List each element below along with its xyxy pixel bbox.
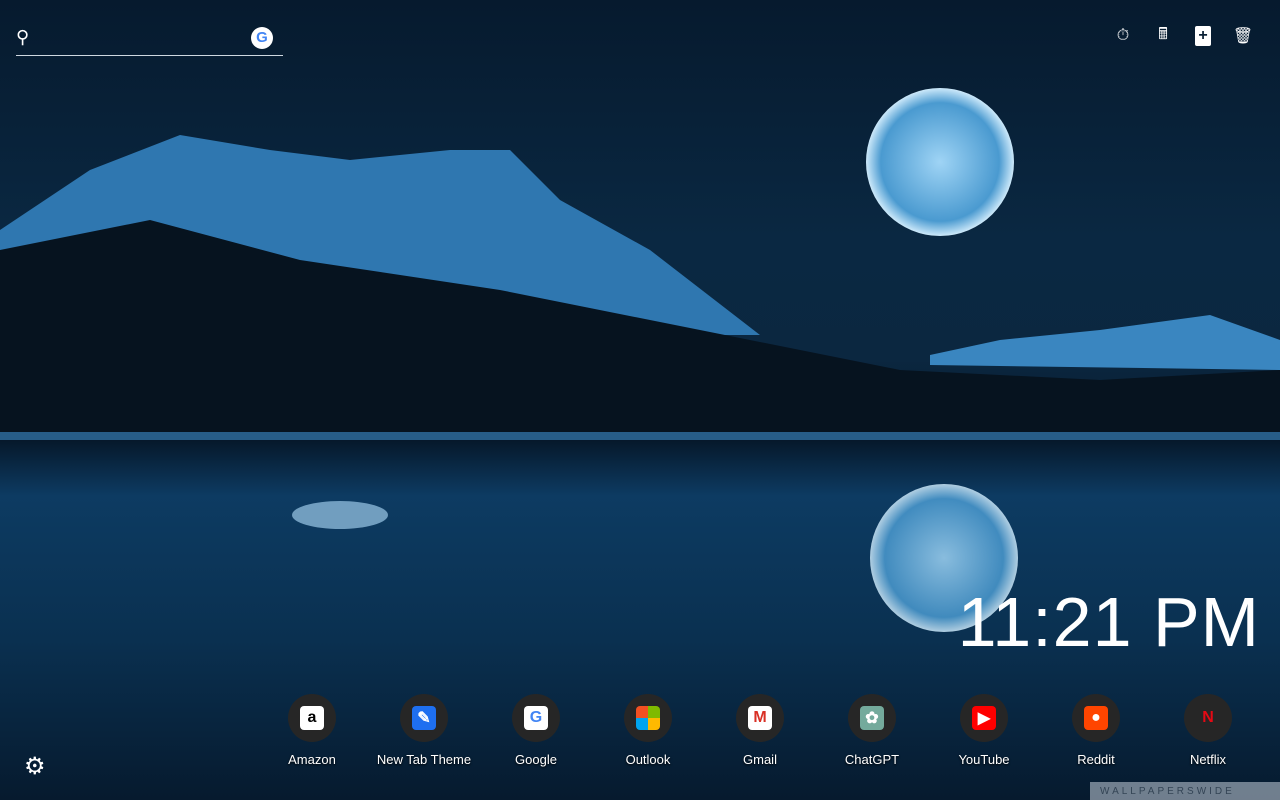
shortcut-circle: ▶ [960, 694, 1008, 742]
shortcut-circle: ✿ [848, 694, 896, 742]
shortcut-amazon[interactable]: a Amazon [256, 694, 368, 767]
wallpaper [0, 0, 1280, 800]
reddit-icon: ● [1084, 706, 1108, 730]
watermark: WALLPAPERSWIDE [1090, 782, 1280, 800]
shortcut-outlook[interactable]: Outlook [592, 694, 704, 767]
amazon-icon: a [300, 706, 324, 730]
shortcut-reddit[interactable]: ● Reddit [1040, 694, 1152, 767]
shortcut-label: Netflix [1189, 752, 1227, 767]
landscape-illustration [0, 88, 1280, 632]
new-note-icon[interactable]: + [1192, 24, 1214, 48]
gmail-icon: M [748, 706, 772, 730]
shortcut-circle [624, 694, 672, 742]
search-bar: ⚲ G [16, 20, 283, 56]
shortcut-youtube[interactable]: ▶ YouTube [928, 694, 1040, 767]
google-icon: G [524, 706, 548, 730]
shortcut-circle: G [512, 694, 560, 742]
settings-gear-icon[interactable]: ⚙ [24, 752, 46, 781]
shortcut-label: Gmail [743, 752, 777, 767]
search-icon[interactable]: ⚲ [16, 27, 29, 48]
calculator-icon[interactable]: 🖩 [1152, 24, 1174, 48]
shortcut-google[interactable]: G Google [480, 694, 592, 767]
shortcut-circle: M [736, 694, 784, 742]
outlook-icon [636, 706, 660, 730]
shortcut-chatgpt[interactable]: ✿ ChatGPT [816, 694, 928, 767]
note-plus-glyph: + [1195, 26, 1211, 46]
youtube-icon: ▶ [972, 706, 996, 730]
shortcut-label: Reddit [1077, 752, 1115, 767]
shortcut-circle: ✎ [400, 694, 448, 742]
moon [866, 88, 1014, 236]
search-input[interactable] [37, 29, 251, 46]
shortcut-label: YouTube [958, 752, 1010, 767]
trash-icon[interactable]: 🗑 [1232, 24, 1254, 48]
shortcut-circle: a [288, 694, 336, 742]
shortcut-label: New Tab Theme [376, 752, 472, 767]
shortcuts: a Amazon ✎ New Tab Theme G Google Outlook M Gmai… [256, 694, 1264, 767]
clock: 11:21 PM [957, 583, 1260, 661]
google-icon[interactable]: G [251, 26, 273, 49]
chatgpt-icon: ✿ [860, 706, 884, 730]
shortcut-label: Amazon [288, 752, 336, 767]
shortcut-label: Outlook [625, 752, 671, 767]
toolbar: ⏱ 🖩 + 🗑 [1112, 24, 1254, 48]
new-tab-theme-icon: ✎ [412, 706, 436, 730]
shortcut-new-tab-theme[interactable]: ✎ New Tab Theme [368, 694, 480, 767]
netflix-icon: N [1202, 709, 1214, 726]
shortcut-circle: ● [1072, 694, 1120, 742]
shortcut-netflix[interactable]: N Netflix [1152, 694, 1264, 767]
timer-icon[interactable]: ⏱ [1112, 24, 1134, 48]
shortcut-gmail[interactable]: M Gmail [704, 694, 816, 767]
shortcut-label: Google [515, 752, 557, 767]
shortcut-label: ChatGPT [844, 752, 900, 767]
shortcut-circle: N [1184, 694, 1232, 742]
